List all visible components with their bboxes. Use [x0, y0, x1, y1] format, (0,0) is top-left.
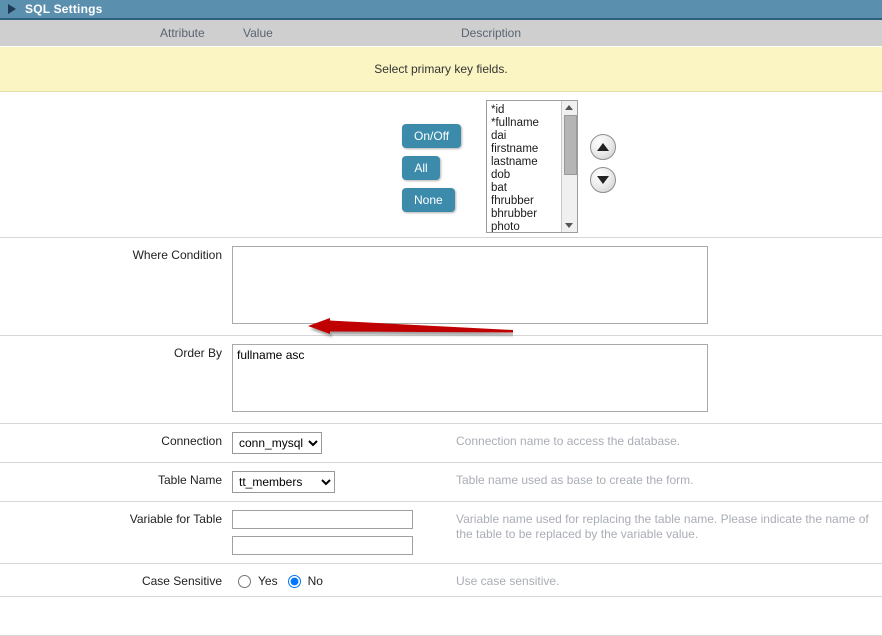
- move-down-button[interactable]: [590, 167, 616, 193]
- field-listbox[interactable]: *id *fullname dai firstname lastname dob …: [486, 100, 578, 233]
- column-header-value: Value: [243, 26, 273, 40]
- none-button[interactable]: None: [402, 188, 455, 212]
- case-sensitive-yes-label[interactable]: Yes: [258, 574, 278, 588]
- value-case-sensitive: Yes No: [232, 564, 450, 596]
- column-header-row: Attribute Value Description: [0, 20, 882, 47]
- variable-name-input[interactable]: [232, 510, 413, 529]
- arrow-up-icon: [597, 143, 609, 151]
- field-list-item[interactable]: dai: [491, 130, 561, 143]
- scroll-up-icon[interactable]: [565, 105, 573, 110]
- row-connection: Connection conn_mysql Connection name to…: [0, 424, 882, 463]
- row-variable-for-table: Variable for Table Variable name used fo…: [0, 502, 882, 564]
- value-table-name: tt_members: [232, 463, 450, 501]
- value-variable-for-table: [232, 502, 450, 563]
- move-up-button[interactable]: [590, 134, 616, 160]
- field-list-item[interactable]: lastname: [491, 156, 561, 169]
- table-name-select[interactable]: tt_members: [232, 471, 335, 493]
- scroll-down-icon[interactable]: [565, 223, 573, 228]
- field-list-item[interactable]: fhrubber: [491, 195, 561, 208]
- label-order-by: Order By: [173, 346, 222, 360]
- panel-title: SQL Settings: [25, 2, 103, 16]
- label-where-condition: Where Condition: [132, 248, 222, 262]
- scrollbar-thumb[interactable]: [564, 115, 577, 175]
- desc-where-condition: [708, 238, 882, 335]
- case-sensitive-no-radio[interactable]: [287, 574, 301, 588]
- order-by-textarea[interactable]: [232, 344, 708, 412]
- row-table-name: Table Name tt_members Table name used as…: [0, 463, 882, 502]
- row-order-by: Order By: [0, 336, 882, 424]
- field-list-item[interactable]: dob: [491, 169, 561, 182]
- empty-bottom-row: [0, 597, 882, 636]
- case-sensitive-yes-radio[interactable]: [238, 574, 251, 588]
- row-case-sensitive: Case Sensitive Yes No Use case sensitive…: [0, 564, 882, 597]
- notice-text: Select primary key fields.: [374, 62, 508, 76]
- all-button[interactable]: All: [402, 156, 440, 180]
- value-order-by: [232, 336, 708, 423]
- field-list-item[interactable]: *fullname: [491, 117, 561, 130]
- field-list-item[interactable]: *id: [491, 104, 561, 117]
- listbox-scrollbar[interactable]: [561, 101, 577, 232]
- panel-titlebar: SQL Settings: [0, 0, 882, 20]
- column-header-description: Description: [461, 26, 522, 40]
- reorder-button-group: [590, 134, 616, 193]
- label-case-sensitive: Case Sensitive: [141, 574, 222, 588]
- connection-select[interactable]: conn_mysql: [232, 432, 322, 454]
- label-variable-for-table: Variable for Table: [129, 512, 222, 526]
- primary-key-notice: Select primary key fields.: [0, 47, 882, 92]
- arrow-down-icon: [597, 176, 609, 184]
- field-list-items[interactable]: *id *fullname dai firstname lastname dob …: [487, 101, 561, 232]
- field-list-item[interactable]: photo: [491, 221, 561, 232]
- column-header-attribute: Attribute: [160, 26, 205, 40]
- row-where-condition: Where Condition: [0, 238, 882, 336]
- field-list-item[interactable]: bhrubber: [491, 208, 561, 221]
- where-condition-textarea[interactable]: [232, 246, 708, 324]
- desc-case-sensitive: Use case sensitive.: [456, 574, 560, 588]
- case-sensitive-no-label[interactable]: No: [308, 574, 323, 588]
- value-where-condition: [232, 238, 708, 335]
- selector-button-group: On/Off All None: [402, 124, 462, 212]
- primary-key-selector-panel: On/Off All None *id *fullname dai firstna…: [0, 92, 882, 238]
- field-list-item[interactable]: firstname: [491, 143, 561, 156]
- desc-order-by: [708, 336, 882, 423]
- desc-variable-for-table: Variable name used for replacing the tab…: [456, 512, 869, 541]
- field-list-item[interactable]: bat: [491, 182, 561, 195]
- desc-connection: Connection name to access the database.: [456, 434, 681, 448]
- label-connection: Connection: [161, 434, 222, 448]
- onoff-button[interactable]: On/Off: [402, 124, 462, 148]
- value-connection: conn_mysql: [232, 424, 450, 462]
- variable-table-input[interactable]: [232, 536, 413, 555]
- triangle-right-icon[interactable]: [8, 4, 16, 14]
- desc-table-name: Table name used as base to create the fo…: [456, 473, 694, 487]
- label-table-name: Table Name: [157, 473, 222, 487]
